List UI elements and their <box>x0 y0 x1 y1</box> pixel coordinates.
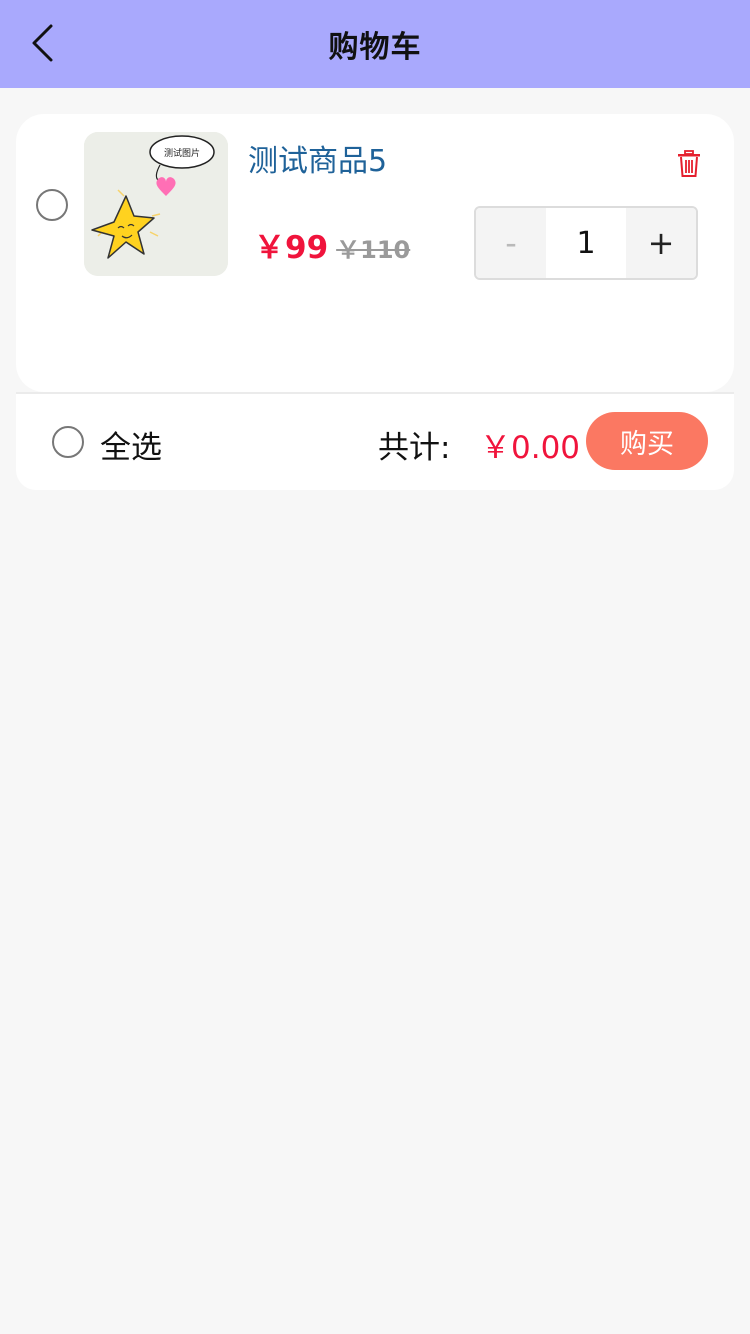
decrease-button[interactable]: - <box>476 208 546 278</box>
trash-icon <box>678 150 700 177</box>
chevron-left-icon <box>32 24 53 62</box>
back-button[interactable] <box>22 22 62 64</box>
delete-button[interactable] <box>676 150 702 178</box>
page-title: 购物车 <box>328 30 422 65</box>
select-all-radio[interactable] <box>52 426 84 458</box>
current-price: ￥99 <box>254 230 329 266</box>
total-label: 共计: <box>378 430 451 466</box>
select-all-label[interactable]: 全选 <box>100 422 162 467</box>
nav-bar: 购物车 <box>0 0 750 88</box>
cart-item-card: 测试图片 测试商品5 ￥99 ￥110 - 1 + <box>16 114 734 392</box>
buy-button[interactable]: 购买 <box>586 412 708 470</box>
original-price: ￥110 <box>336 236 411 264</box>
star-illustration-icon: 测试图片 <box>84 132 228 276</box>
product-image[interactable]: 测试图片 <box>84 132 228 276</box>
total-amount: ￥0.00 <box>480 430 581 466</box>
quantity-input[interactable] <box>546 208 626 278</box>
price-row: ￥99 ￥110 <box>254 222 410 267</box>
image-caption: 测试图片 <box>164 147 200 159</box>
increase-button[interactable]: + <box>626 208 696 278</box>
checkout-bar: 全选 共计: ￥0.00 购买 <box>16 394 734 490</box>
product-name[interactable]: 测试商品5 <box>248 136 387 180</box>
item-select-radio[interactable] <box>36 189 68 221</box>
quantity-stepper: - + <box>474 206 698 280</box>
